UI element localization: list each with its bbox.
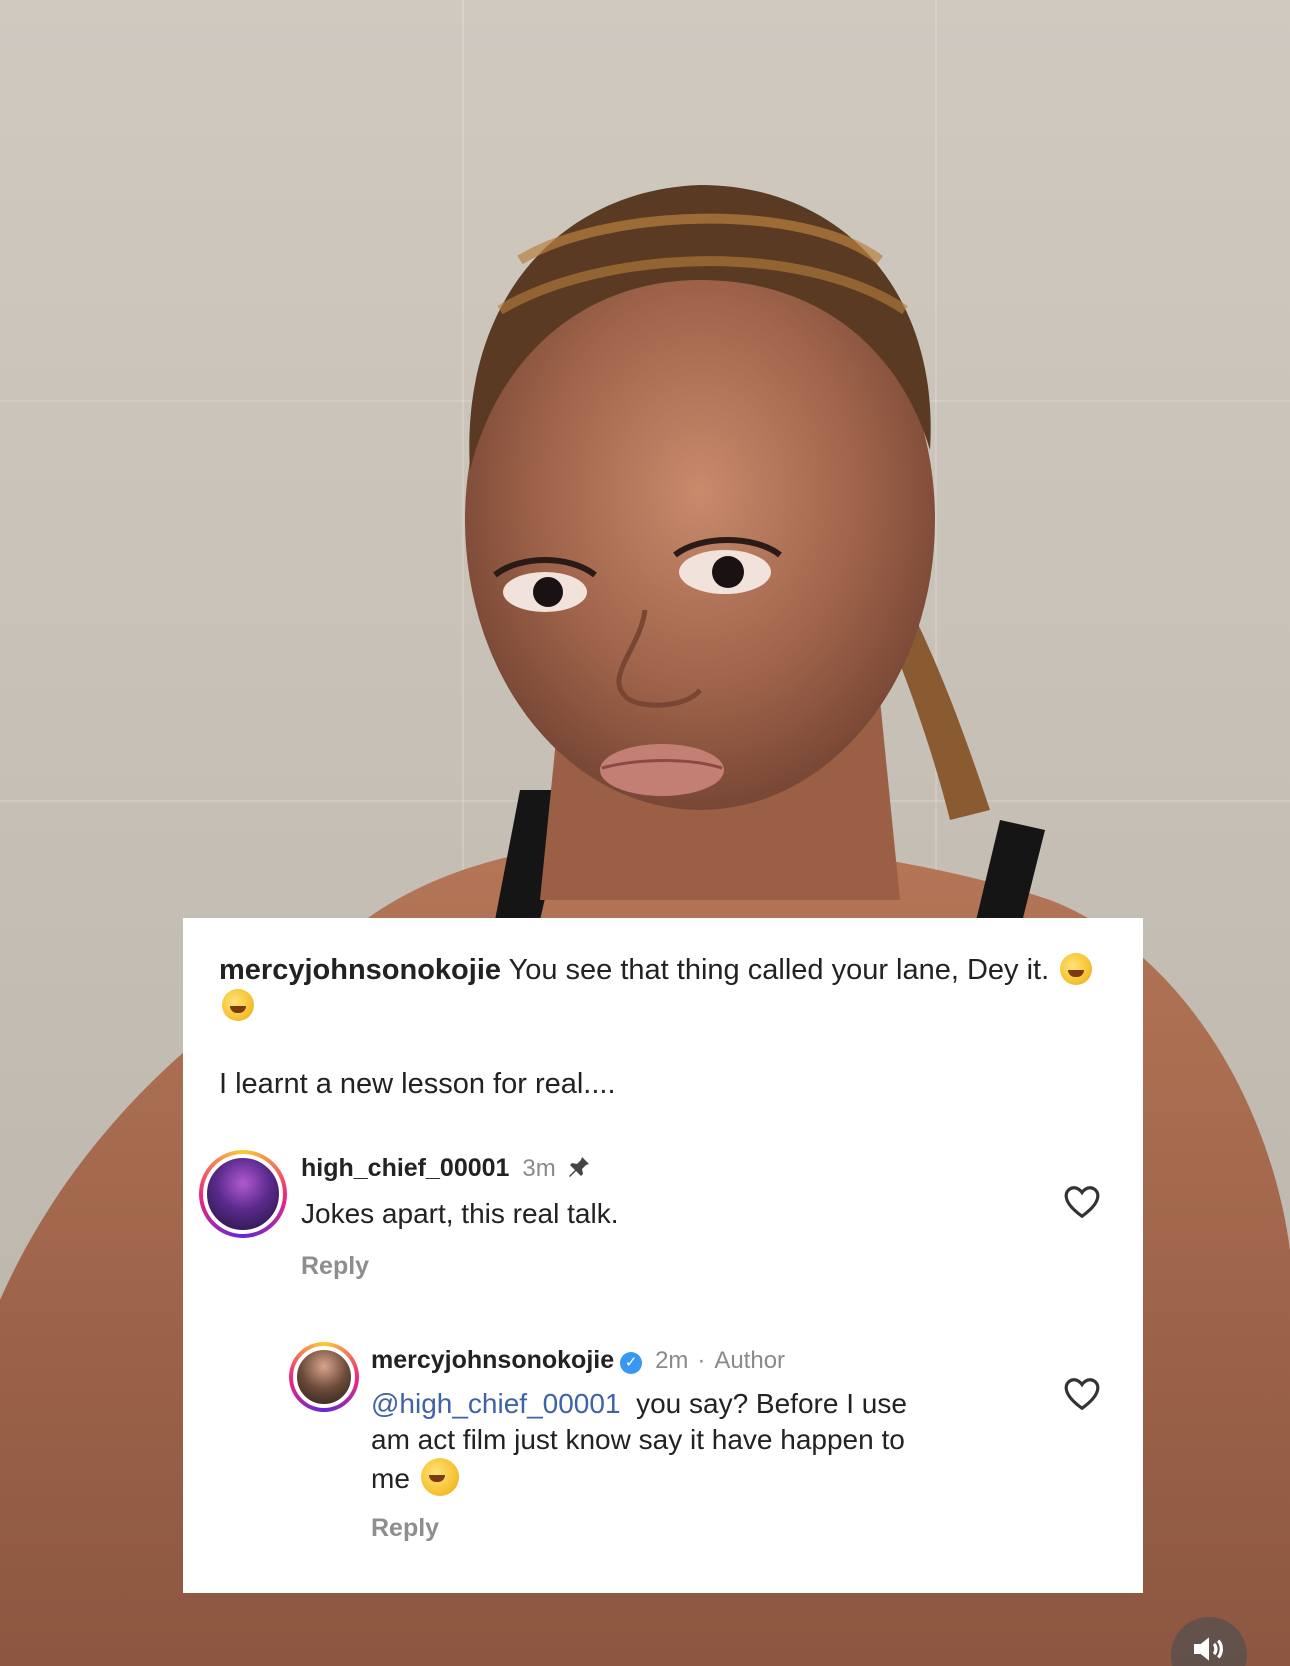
mention-link[interactable]: @high_chief_00001 xyxy=(371,1388,621,1419)
reply-text-line3: me xyxy=(371,1463,410,1494)
comment-username[interactable]: high_chief_00001 xyxy=(301,1154,509,1182)
avatar[interactable] xyxy=(289,1342,359,1412)
heart-icon[interactable] xyxy=(1063,1184,1101,1220)
verified-badge-icon: ✓ xyxy=(620,1352,643,1374)
comment-header: high_chief_00001 3m xyxy=(301,1154,591,1183)
pin-icon xyxy=(568,1157,589,1177)
reply-username[interactable]: mercyjohnsonokojie xyxy=(371,1346,614,1374)
author-label: Author xyxy=(714,1347,786,1374)
rolling-on-floor-laughing-icon xyxy=(1060,953,1093,985)
caption-username[interactable]: mercyjohnsonokojie xyxy=(219,954,501,986)
reply-text: @high_chief_00001 you say? Before I use … xyxy=(371,1386,1011,1497)
reply-button[interactable]: Reply xyxy=(301,1252,369,1281)
heart-icon[interactable] xyxy=(1063,1376,1101,1412)
reply-text-line1: you say? Before I use xyxy=(636,1388,907,1419)
reply-button[interactable]: Reply xyxy=(371,1514,439,1543)
reply-header: mercyjohnsonokojie ✓ 2m · Author xyxy=(371,1346,785,1375)
reply-time: 2m xyxy=(655,1347,689,1374)
speaker-icon xyxy=(1194,1637,1223,1661)
rolling-on-floor-laughing-icon xyxy=(222,989,254,1021)
comments-card: mercyjohnsonokojie You see that thing ca… xyxy=(183,918,1143,1593)
reply-text-line2: am act film just know say it have happen… xyxy=(371,1424,905,1455)
video-background: mercyjohnsonokojie You see that thing ca… xyxy=(0,0,1290,1666)
caption-text: You see that thing called your lane, Dey… xyxy=(508,954,1050,986)
caption-second-line: I learnt a new lesson for real.... xyxy=(219,1068,616,1100)
comment-time: 3m xyxy=(522,1155,556,1182)
meta-separator: · xyxy=(697,1347,706,1374)
avatar[interactable] xyxy=(199,1150,287,1238)
face-with-tears-of-joy-icon xyxy=(420,1458,459,1496)
post-caption: mercyjohnsonokojie You see that thing ca… xyxy=(219,952,1099,1024)
comment-text: Jokes apart, this real talk. xyxy=(301,1198,619,1229)
